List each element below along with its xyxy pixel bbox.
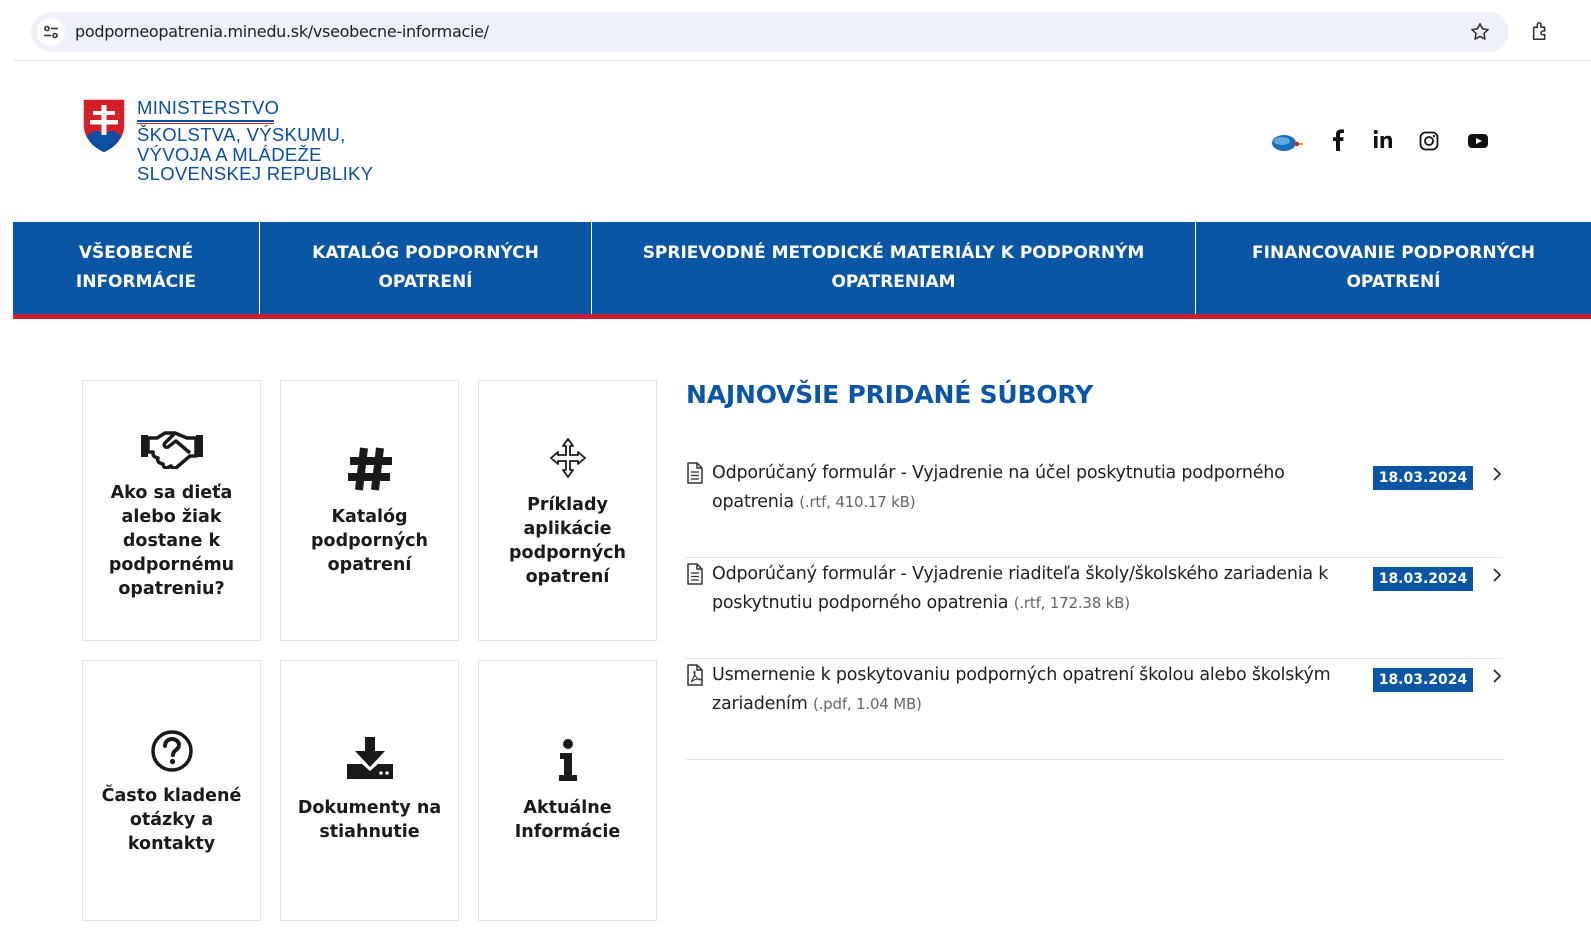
latest-files-title: NAJNOVŠIE PRIDANÉ SÚBORY xyxy=(686,380,1093,409)
file-text-block: Usmernenie k poskytovaniu podporných opa… xyxy=(712,661,1362,719)
logo-underline-blue xyxy=(137,120,274,122)
linkedin-icon[interactable] xyxy=(1373,129,1393,155)
tile-dokumenty[interactable]: Dokumenty na stiahnutie xyxy=(280,660,459,921)
arrows-move-icon xyxy=(479,437,656,479)
info-icon xyxy=(479,739,656,781)
chevron-right-icon[interactable] xyxy=(1492,668,1502,688)
star-icon[interactable] xyxy=(1469,21,1491,47)
date-badge: 18.03.2024 xyxy=(1373,567,1473,591)
extensions-icon[interactable] xyxy=(1530,20,1552,46)
chevron-right-icon[interactable] xyxy=(1492,466,1502,486)
nav-item-label: KATALÓG PODPORNÝCH xyxy=(312,243,539,263)
question-circle-icon xyxy=(83,729,260,773)
tile-priklady[interactable]: Príklady aplikácie podporných opatrení xyxy=(478,380,657,641)
tile-aktualne-informacie[interactable]: Aktuálne Informácie xyxy=(478,660,657,921)
logo-text-line4: SLOVENSKEJ REPUBLIKY xyxy=(137,163,374,184)
tile-label: Príklady aplikácie podporných opatrení xyxy=(509,495,626,587)
file-link-text[interactable]: Usmernenie k poskytovaniu podporných opa… xyxy=(712,665,1331,714)
nav-item-financovanie[interactable]: FINANCOVANIE PODPORNÝCH OPATRENÍ xyxy=(1196,222,1591,314)
logo-text-line1: MINISTERSTVO xyxy=(137,97,280,118)
file-text-block: Odporúčaný formulár - Vyjadrenie na účel… xyxy=(712,459,1362,517)
document-icon xyxy=(686,462,704,488)
tile-label: Aktuálne Informácie xyxy=(514,798,621,842)
nav-item-label: OPATRENÍ xyxy=(1346,272,1441,292)
file-meta: (.rtf, 410.17 kB) xyxy=(799,493,916,511)
tile-label: Často kladené otázky a kontakty xyxy=(101,786,242,854)
instagram-icon[interactable] xyxy=(1419,129,1439,155)
youtube-icon[interactable] xyxy=(1467,129,1489,155)
nav-item-label: OPATRENÍ xyxy=(378,272,473,292)
nav-item-label: INFORMÁCIE xyxy=(75,272,197,292)
facebook-icon[interactable] xyxy=(1331,129,1345,155)
nav-item-katalog[interactable]: KATALÓG PODPORNÝCH OPATRENÍ xyxy=(260,222,592,314)
url-text[interactable]: podporneopatrenia.minedu.sk/vseobecne-in… xyxy=(75,22,489,41)
nav-item-label: OPATRENIAM xyxy=(831,272,956,292)
tile-caste-otazky[interactable]: Často kladené otázky a kontakty xyxy=(82,660,261,921)
tile-label: Ako sa dieťa alebo žiak dostane k podpor… xyxy=(108,483,235,599)
logo-text-block: ŠKOLSTVA, VÝSKUMU, VÝVOJA A MLÁDEŽE SLOV… xyxy=(137,125,397,184)
file-link-text[interactable]: Odporúčaný formulár - Vyjadrenie na účel… xyxy=(712,463,1285,512)
edu-tv-icon[interactable] xyxy=(1271,132,1303,156)
handshake-icon xyxy=(83,427,260,469)
logo-text-line2: ŠKOLSTVA, VÝSKUMU, xyxy=(137,124,346,145)
file-row[interactable]: Odporúčaný formulár - Vyjadrenie riadite… xyxy=(686,558,1503,659)
document-icon xyxy=(686,563,704,589)
tile-katalog[interactable]: Katalóg podporných opatrení xyxy=(280,380,459,641)
file-row[interactable]: Odporúčaný formulár - Vyjadrenie na účel… xyxy=(686,457,1503,558)
logo-text-line3: VÝVOJA A MLÁDEŽE xyxy=(137,143,322,165)
download-icon xyxy=(281,737,458,779)
file-meta: (.pdf, 1.04 MB) xyxy=(812,695,922,713)
date-badge: 18.03.2024 xyxy=(1373,668,1473,692)
hashtag-icon xyxy=(281,445,458,493)
nav-item-metodicke-materialy[interactable]: SPRIEVODNÉ METODICKÉ MATERIÁLY K PODPORN… xyxy=(592,222,1196,314)
main-navigation: VŠEOBECNÉ INFORMÁCIE KATALÓG PODPORNÝCH … xyxy=(13,222,1591,319)
tile-label: Katalóg podporných opatrení xyxy=(311,507,428,575)
file-text-block: Odporúčaný formulár - Vyjadrenie riadite… xyxy=(712,560,1362,618)
slovak-coat-of-arms-icon xyxy=(82,98,126,154)
nav-item-label: VŠEOBECNÉ xyxy=(78,243,194,263)
date-badge: 18.03.2024 xyxy=(1373,466,1473,490)
address-bar[interactable]: podporneopatrenia.minedu.sk/vseobecne-in… xyxy=(31,12,1509,52)
browser-toolbar: podporneopatrenia.minedu.sk/vseobecne-in… xyxy=(0,0,1591,60)
nav-item-vseobecne-informacie[interactable]: VŠEOBECNÉ INFORMÁCIE xyxy=(13,222,260,314)
tile-ako-sa-dieta[interactable]: Ako sa dieťa alebo žiak dostane k podpor… xyxy=(82,380,261,641)
nav-item-label: SPRIEVODNÉ METODICKÉ MATERIÁLY K PODPORN… xyxy=(642,243,1145,263)
pdf-icon xyxy=(686,664,704,690)
file-meta: (.rtf, 172.38 kB) xyxy=(1013,594,1130,612)
nav-item-label: FINANCOVANIE PODPORNÝCH xyxy=(1252,243,1535,263)
chevron-right-icon[interactable] xyxy=(1492,567,1502,587)
web-page: MINISTERSTVO ŠKOLSTVA, VÝSKUMU, VÝVOJA A… xyxy=(13,61,1591,942)
site-info-icon[interactable] xyxy=(37,18,65,46)
ministry-logo[interactable]: MINISTERSTVO ŠKOLSTVA, VÝSKUMU, VÝVOJA A… xyxy=(81,97,381,187)
tile-label: Dokumenty na stiahnutie xyxy=(297,798,442,842)
file-row[interactable]: Usmernenie k poskytovaniu podporných opa… xyxy=(686,659,1503,760)
